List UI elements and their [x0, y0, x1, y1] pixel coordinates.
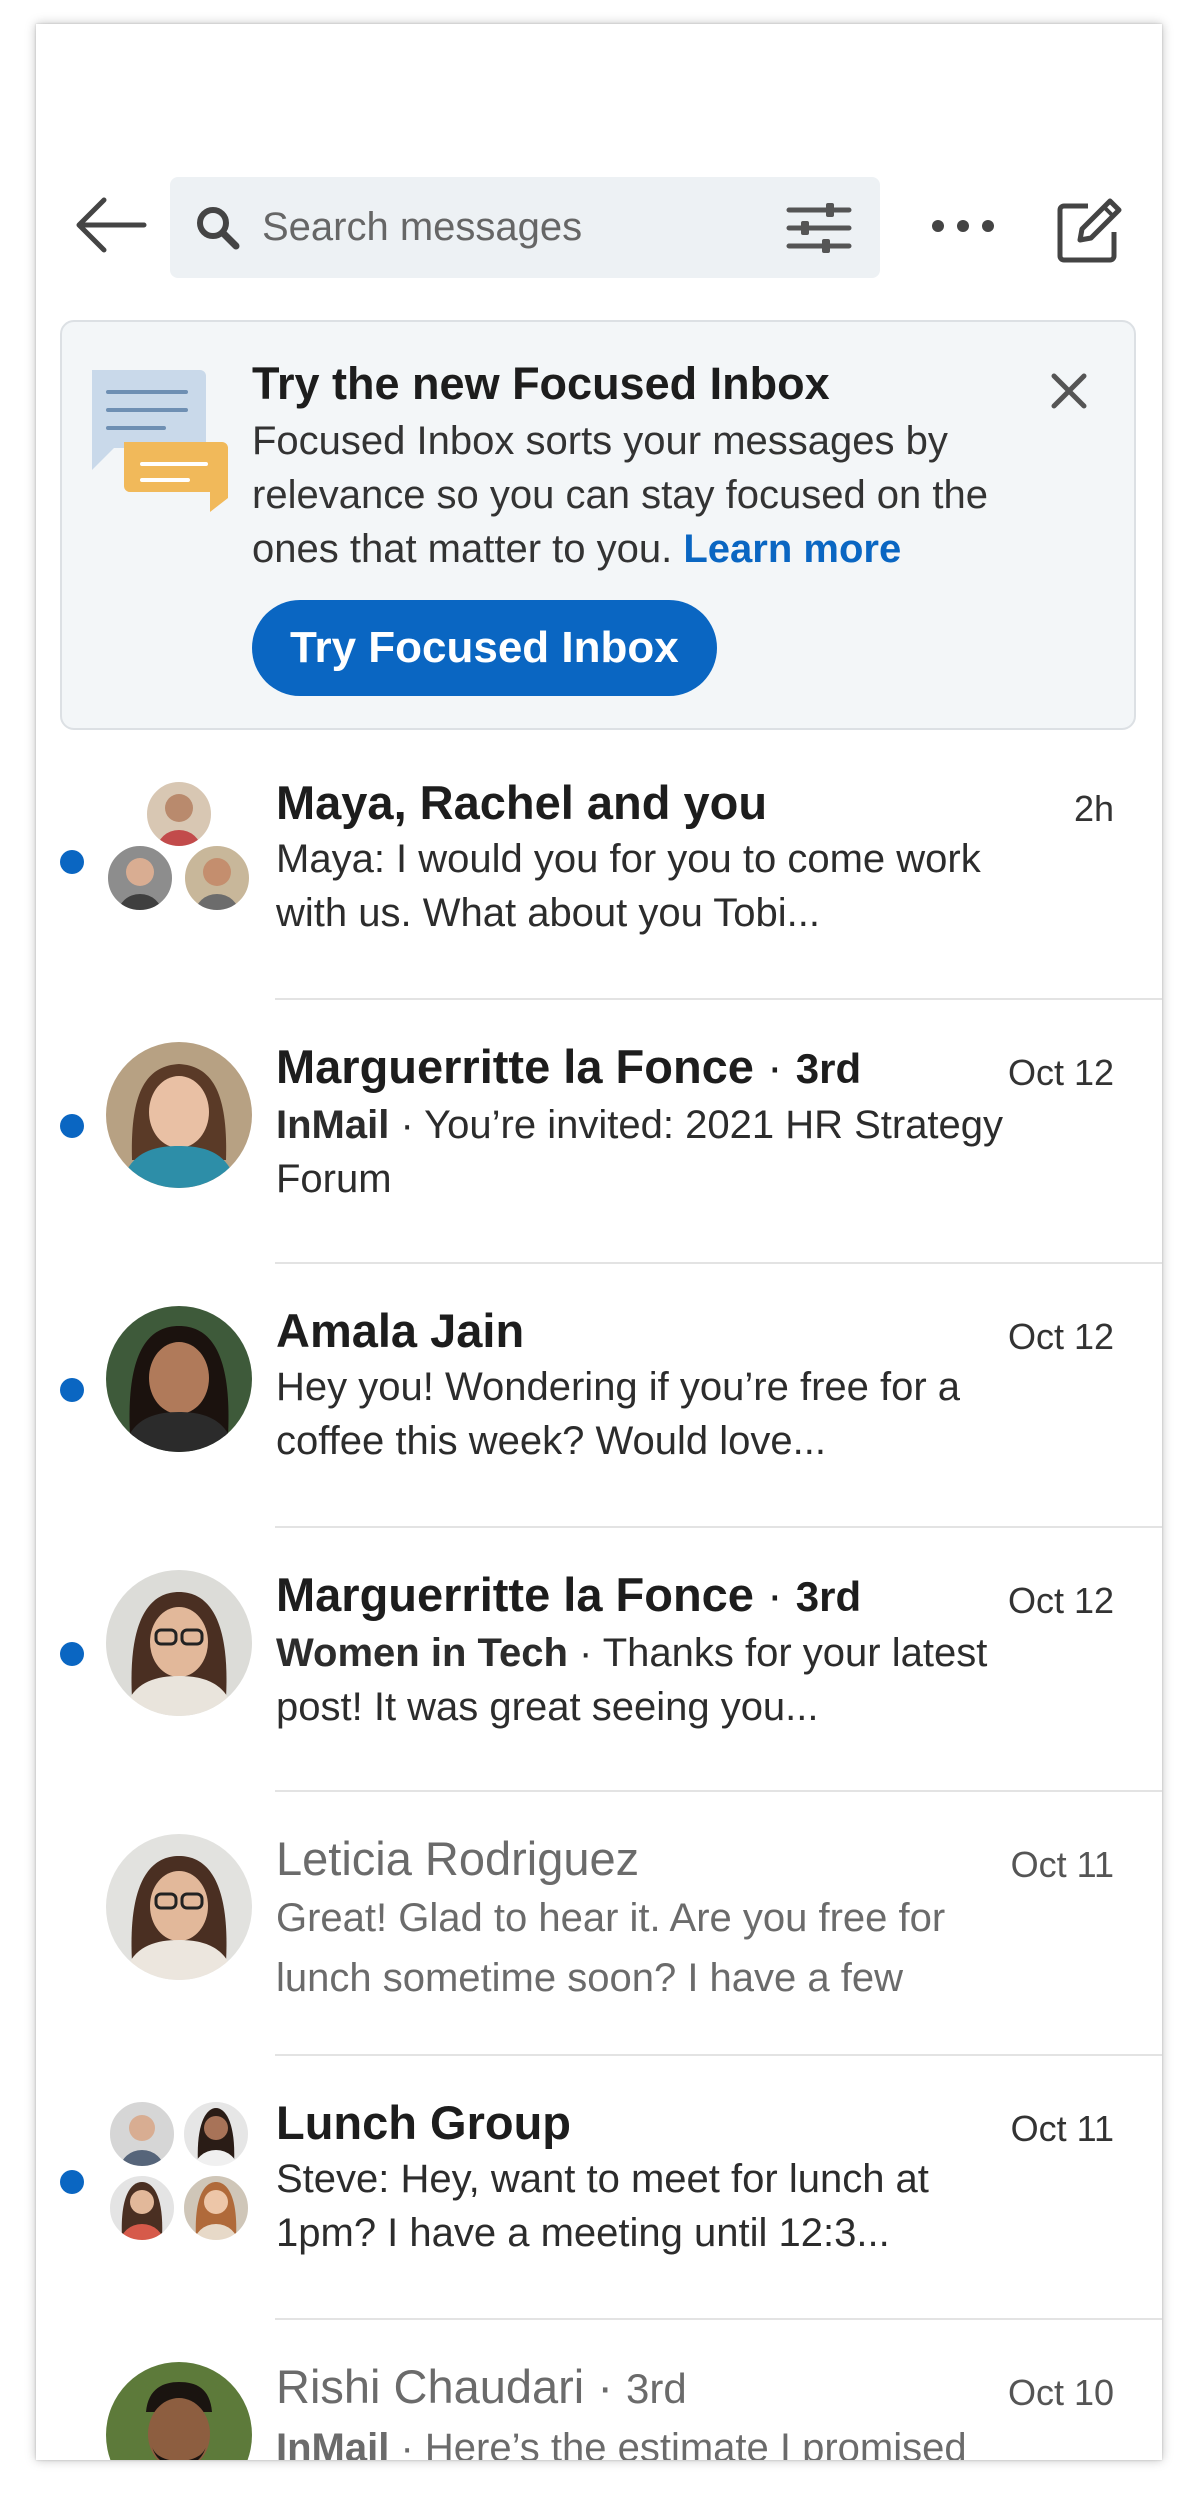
close-icon[interactable] — [1046, 368, 1092, 414]
avatar — [106, 1834, 252, 1980]
learn-more-link[interactable]: Learn more — [683, 527, 901, 571]
search-input[interactable] — [262, 177, 762, 278]
conversation-list: Maya, Rachel and you Maya: I would you f… — [36, 736, 1162, 2460]
conversation-name: Lunch Group — [276, 2096, 572, 2149]
try-focused-inbox-button[interactable]: Try Focused Inbox — [252, 600, 717, 696]
unread-indicator — [60, 1114, 84, 1138]
conversation-preview: Maya: I would you for you to come work w… — [276, 837, 981, 935]
conversation-preview: Great! Glad to hear it. Are you free for… — [276, 1896, 946, 2000]
unread-indicator — [60, 2170, 84, 2194]
conversation-item[interactable]: Marguerritte la Fonce · 3rd InMail · You… — [36, 1000, 1162, 1264]
conversation-item[interactable]: Rishi Chaudari · 3rd InMail · Here’s the… — [36, 2320, 1162, 2460]
conversation-name: Marguerritte la Fonce — [276, 1040, 754, 1093]
conversation-preview-line: Women in Tech · Thanks for your latest p… — [276, 1631, 988, 1729]
search-bar[interactable] — [170, 177, 880, 278]
conversation-item[interactable]: Lunch Group Steve: Hey, want to meet for… — [36, 2056, 1162, 2320]
compose-button[interactable] — [1054, 196, 1124, 266]
conversation-time: Oct 11 — [1010, 1844, 1114, 1885]
conversation-time: 2h — [1073, 788, 1114, 829]
conversation-name-line: Marguerritte la Fonce · 3rd — [276, 1040, 862, 1093]
unread-indicator — [60, 1378, 84, 1402]
message-source: InMail — [276, 2426, 390, 2460]
conversation-name: Maya, Rachel and you — [276, 776, 768, 829]
conversation-time: Oct 11 — [1010, 2108, 1114, 2149]
compose-icon — [1057, 198, 1122, 263]
connection-degree: 3rd — [795, 1573, 862, 1620]
unread-indicator — [60, 1642, 84, 1666]
message-source: InMail — [276, 1103, 390, 1147]
conversation-preview-line: InMail · Here’s the estimate I promised — [276, 2418, 1006, 2460]
more-options-button[interactable] — [926, 204, 1000, 248]
message-source: Women in Tech — [276, 1631, 568, 1675]
back-button[interactable] — [74, 196, 148, 254]
conversation-time: Oct 12 — [1007, 1580, 1114, 1621]
group-avatar — [106, 2098, 252, 2244]
more-icon — [932, 220, 994, 232]
avatar — [106, 1042, 252, 1188]
conversation-item[interactable]: Marguerritte la Fonce · 3rd Women in Tec… — [36, 1528, 1162, 1792]
conversation-item[interactable]: Amala Jain Hey you! Wondering if you’re … — [36, 1264, 1162, 1528]
conversation-name-line: Rishi Chaudari · 3rd — [276, 2360, 687, 2413]
avatar — [106, 1570, 252, 1716]
conversation-preview: Here’s the estimate I promised — [424, 2426, 967, 2460]
banner-description: Focused Inbox sorts your messages by rel… — [252, 414, 1032, 576]
search-icon — [197, 207, 240, 250]
conversation-name: Leticia Rodriguez — [276, 1832, 640, 1885]
connection-degree: 3rd — [626, 2365, 687, 2412]
avatar — [106, 2362, 252, 2460]
conversation-time: Oct 10 — [1007, 2372, 1114, 2413]
conversation-name: Amala Jain — [276, 1304, 525, 1357]
conversation-name-line: Marguerritte la Fonce · 3rd — [276, 1568, 862, 1621]
conversation-name: Marguerritte la Fonce — [276, 1568, 754, 1621]
conversation-item[interactable]: Leticia Rodriguez Great! Glad to hear it… — [36, 1792, 1162, 2056]
group-avatar — [106, 778, 252, 924]
back-arrow-icon — [76, 197, 147, 253]
conversation-item[interactable]: Maya, Rachel and you Maya: I would you f… — [36, 736, 1162, 1000]
focused-inbox-banner: Try the new Focused Inbox Focused Inbox … — [60, 320, 1136, 730]
conversation-name: Rishi Chaudari — [276, 2360, 585, 2413]
conversation-time: Oct 12 — [1007, 1052, 1114, 1093]
connection-degree: 3rd — [795, 1045, 862, 1092]
avatar — [106, 1306, 252, 1452]
conversation-time: Oct 12 — [1007, 1316, 1114, 1357]
unread-indicator — [60, 850, 84, 874]
messaging-screen: Try the new Focused Inbox Focused Inbox … — [36, 24, 1162, 2460]
chat-bubbles-icon — [92, 370, 228, 512]
filter-icon[interactable] — [786, 201, 852, 255]
messaging-header — [36, 24, 1162, 324]
conversation-preview-line: InMail · You’re invited: 2021 HR Strateg… — [276, 1103, 1004, 1201]
conversation-preview: Steve: Hey, want to meet for lunch at 1p… — [276, 2157, 929, 2255]
conversation-preview: Hey you! Wondering if you’re free for a … — [276, 1365, 961, 1463]
banner-title: Try the new Focused Inbox — [252, 358, 830, 409]
